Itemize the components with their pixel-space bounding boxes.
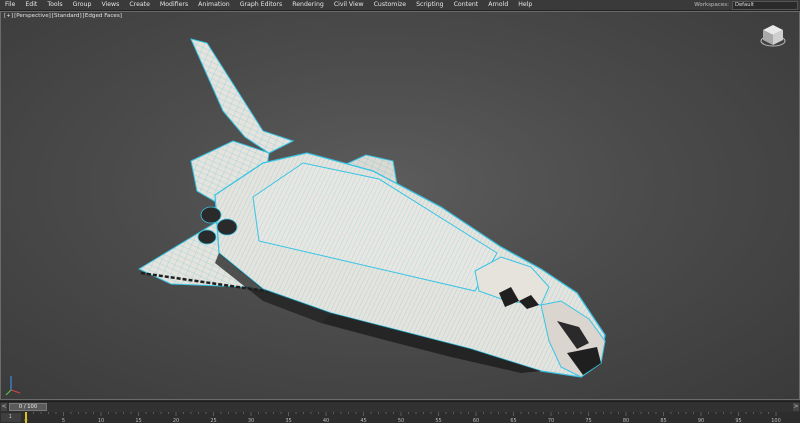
track-bar-tick-label: 95 bbox=[735, 418, 741, 423]
track-bar-ruler[interactable]: 0510152025303540455055606570758085909510… bbox=[0, 412, 800, 423]
track-bar-tick-label: 5 bbox=[62, 418, 65, 423]
track-bar-tick-label: 40 bbox=[323, 418, 329, 423]
space-shuttle-model[interactable] bbox=[1, 12, 800, 401]
previous-frame-button[interactable]: < bbox=[1, 403, 7, 411]
menu-create[interactable]: Create bbox=[124, 0, 155, 10]
workspaces-label: Workspaces: bbox=[694, 2, 729, 8]
menu-rendering[interactable]: Rendering bbox=[287, 0, 329, 10]
current-frame-marker bbox=[25, 412, 27, 423]
menu-views[interactable]: Views bbox=[96, 0, 124, 10]
axis-tripod-icon bbox=[5, 376, 21, 396]
track-bar-tick-label: 55 bbox=[435, 418, 441, 423]
menu-modifiers[interactable]: Modifiers bbox=[155, 0, 193, 10]
workspaces-dropdown[interactable]: Default bbox=[732, 0, 798, 10]
menu-graph-editors[interactable]: Graph Editors bbox=[235, 0, 287, 10]
track-bar-tick-label: 15 bbox=[135, 418, 141, 423]
menu-group[interactable]: Group bbox=[68, 0, 97, 10]
track-bar-tick-label: 90 bbox=[698, 418, 704, 423]
menu-arnold[interactable]: Arnold bbox=[483, 0, 513, 10]
menu-edit[interactable]: Edit bbox=[20, 0, 42, 10]
track-bar-tick-label: 20 bbox=[173, 418, 179, 423]
track-bar-tick-label: 35 bbox=[285, 418, 291, 423]
time-slider-thumb[interactable]: 0 / 100 bbox=[9, 403, 47, 411]
track-bar[interactable]: 0510152025303540455055606570758085909510… bbox=[0, 412, 800, 423]
key-filter-button[interactable]: 1 bbox=[1, 413, 21, 422]
track-bar-tick-label: 30 bbox=[248, 418, 254, 423]
perspective-viewport[interactable]: [+] [Perspective] [Standard] [Edged Faces] bbox=[0, 11, 800, 400]
workspaces-control: Workspaces: Default bbox=[694, 0, 800, 10]
track-bar-tick-label: 70 bbox=[548, 418, 554, 423]
track-bar-tick-label: 85 bbox=[660, 418, 666, 423]
menu-content[interactable]: Content bbox=[449, 0, 484, 10]
menu-tools[interactable]: Tools bbox=[42, 0, 67, 10]
menu-help[interactable]: Help bbox=[513, 0, 537, 10]
track-bar-tick-label: 60 bbox=[473, 418, 479, 423]
track-bar-tick-label: 10 bbox=[98, 418, 104, 423]
next-frame-button[interactable]: > bbox=[793, 403, 799, 411]
menu-animation[interactable]: Animation bbox=[193, 0, 235, 10]
menu-customize[interactable]: Customize bbox=[369, 0, 411, 10]
track-bar-tick-label: 50 bbox=[398, 418, 404, 423]
menu-civil-view[interactable]: Civil View bbox=[329, 0, 369, 10]
track-bar-tick-label: 75 bbox=[585, 418, 591, 423]
track-bar-tick-label: 25 bbox=[210, 418, 216, 423]
menu-scripting[interactable]: Scripting bbox=[411, 0, 449, 10]
time-slider[interactable]: < 0 / 100 > bbox=[0, 401, 800, 412]
track-bar-tick-label: 80 bbox=[623, 418, 629, 423]
track-bar-tick-label: 100 bbox=[771, 418, 781, 423]
menu-file[interactable]: File bbox=[0, 0, 20, 10]
track-bar-tick-label: 65 bbox=[510, 418, 516, 423]
menu-list: File Edit Tools Group Views Create Modifiers An… bbox=[0, 0, 537, 10]
menu-bar: File Edit Tools Group Views Create Modifiers An… bbox=[0, 0, 800, 11]
track-bar-tick-label: 45 bbox=[360, 418, 366, 423]
